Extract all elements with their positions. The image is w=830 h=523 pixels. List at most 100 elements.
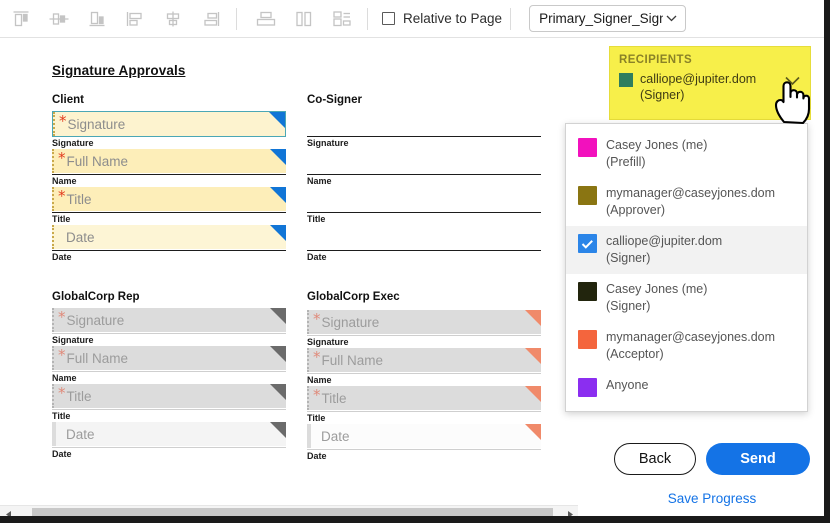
field-label: Date xyxy=(52,448,286,460)
required-asterisk: * xyxy=(313,388,321,403)
distribute-horizontal-icon[interactable] xyxy=(287,6,321,32)
align-right-icon[interactable] xyxy=(194,6,228,32)
align-top-icon[interactable] xyxy=(4,6,38,32)
field-full-name[interactable]: * Full Name xyxy=(307,348,541,372)
field-signature[interactable]: * Signature xyxy=(52,308,286,332)
field-full-name[interactable]: * Full Name xyxy=(52,149,286,173)
required-asterisk: * xyxy=(58,386,66,401)
field-title[interactable]: * Title xyxy=(307,386,541,410)
field-signature-blank[interactable] xyxy=(307,111,541,135)
recipient-option[interactable]: Casey Jones (me)(Signer) xyxy=(566,274,807,322)
field-row: * Title Title xyxy=(307,386,541,424)
field-row: * Title Title xyxy=(52,187,286,225)
field-date-blank[interactable] xyxy=(307,225,541,249)
field-left-marker xyxy=(307,310,311,334)
field-left-marker xyxy=(307,348,311,372)
field-left-marker xyxy=(52,187,56,211)
recipient-option[interactable]: mymanager@caseyjones.dom(Acceptor) xyxy=(566,322,807,370)
recipient-color-swatch xyxy=(619,73,633,87)
horizontal-scroll-thumb[interactable] xyxy=(32,508,553,522)
signature-block-client: * Signature Signature * Full Name Name xyxy=(52,111,286,263)
page-title: Signature Approvals xyxy=(52,63,185,78)
align-center-vertical-icon[interactable] xyxy=(156,6,190,32)
selected-recipient-card[interactable]: RECIPIENTS calliope@jupiter.dom (Signer) xyxy=(609,46,811,120)
recipient-option-text: Casey Jones (me)(Signer) xyxy=(606,281,707,315)
recipients-dropdown-list[interactable]: Casey Jones (me)(Prefill)mymanager@casey… xyxy=(565,123,808,412)
scroll-right-arrow-icon[interactable] xyxy=(561,506,578,523)
field-corner-marker xyxy=(270,149,286,165)
field-signature[interactable]: * Signature xyxy=(52,111,286,137)
field-row: Title xyxy=(307,187,541,225)
field-date[interactable]: Date xyxy=(307,424,541,448)
distribute-vertical-icon[interactable] xyxy=(249,6,283,32)
align-middle-horizontal-icon[interactable] xyxy=(42,6,76,32)
recipient-option-text: mymanager@caseyjones.dom(Acceptor) xyxy=(606,329,775,363)
field-name-blank[interactable] xyxy=(307,149,541,173)
field-full-name[interactable]: * Full Name xyxy=(52,346,286,370)
send-button[interactable]: Send xyxy=(706,443,810,475)
field-placeholder: Signature xyxy=(68,117,126,132)
horizontal-scroll-track[interactable] xyxy=(17,506,561,523)
field-placeholder: Full Name xyxy=(67,351,129,366)
field-left-marker xyxy=(52,149,56,173)
block-heading-client: Client xyxy=(52,94,84,106)
required-asterisk: * xyxy=(59,114,67,129)
signature-block-globalcorp-exec: * Signature Signature * Full Name xyxy=(307,310,541,462)
required-asterisk: * xyxy=(58,310,66,325)
recipient-option[interactable]: calliope@jupiter.dom(Signer) xyxy=(566,226,807,274)
toolbar-divider-2 xyxy=(367,8,368,30)
recipient-color-swatch xyxy=(578,138,597,157)
align-bottom-icon[interactable] xyxy=(80,6,114,32)
panel-actions: Back Send Save Progress xyxy=(600,443,824,508)
match-size-icon[interactable] xyxy=(325,6,359,32)
document-scroll-area[interactable]: Signature Approvals Client * Signature S… xyxy=(0,38,578,523)
recipient-option-role: (Approver) xyxy=(606,203,665,217)
alignment-toolbar: Relative to Page Primary_Signer_Signat xyxy=(0,0,824,38)
field-name-select[interactable]: Primary_Signer_Signat xyxy=(529,5,686,32)
selected-recipient-row: calliope@jupiter.dom (Signer) xyxy=(619,71,802,103)
recipient-option[interactable]: Casey Jones (me)(Prefill) xyxy=(566,130,807,178)
field-row: * Full Name Name xyxy=(52,346,286,384)
recipient-color-swatch xyxy=(578,282,597,301)
field-date[interactable]: Date xyxy=(52,422,286,446)
horizontal-scrollbar[interactable] xyxy=(0,505,578,523)
field-row: Date xyxy=(307,225,541,263)
save-progress-link[interactable]: Save Progress xyxy=(668,491,757,506)
recipient-option-email: mymanager@caseyjones.dom xyxy=(606,186,775,200)
field-left-marker xyxy=(52,308,56,332)
field-signature[interactable]: * Signature xyxy=(307,310,541,334)
recipient-option-email: Casey Jones (me) xyxy=(606,138,707,152)
back-button[interactable]: Back xyxy=(614,443,696,475)
required-asterisk: * xyxy=(58,151,66,166)
checkbox-checked-icon xyxy=(578,234,597,253)
field-left-marker xyxy=(307,424,311,448)
scroll-left-arrow-icon[interactable] xyxy=(0,506,17,523)
field-date[interactable]: Date xyxy=(52,225,286,249)
recipient-option[interactable]: mymanager@caseyjones.dom (Approver) xyxy=(566,178,807,226)
field-label: Signature xyxy=(307,137,541,149)
document-page: Signature Approvals Client * Signature S… xyxy=(0,38,578,493)
field-label: Signature xyxy=(52,334,286,346)
field-label: Date xyxy=(307,251,541,263)
field-title-blank[interactable] xyxy=(307,187,541,211)
relative-to-page-checkbox[interactable]: Relative to Page xyxy=(382,11,502,26)
field-placeholder: Full Name xyxy=(322,353,384,368)
field-row: * Full Name Name xyxy=(52,149,286,187)
field-corner-marker xyxy=(269,112,285,128)
field-placeholder: Date xyxy=(66,427,95,442)
field-label: Date xyxy=(307,450,541,462)
field-row: * Signature Signature xyxy=(52,308,286,346)
field-placeholder: Full Name xyxy=(67,154,129,169)
recipient-option-text: calliope@jupiter.dom(Signer) xyxy=(606,233,722,267)
field-title[interactable]: * Title xyxy=(52,187,286,211)
recipient-option[interactable]: Anyone xyxy=(566,370,807,404)
application-window: Relative to Page Primary_Signer_Signat S… xyxy=(0,0,830,523)
field-left-marker xyxy=(307,386,311,410)
field-placeholder: Title xyxy=(67,389,92,404)
recipient-color-swatch xyxy=(578,330,597,349)
field-corner-marker xyxy=(270,422,286,438)
align-left-icon[interactable] xyxy=(118,6,152,32)
field-corner-marker xyxy=(270,346,286,362)
chevron-down-icon[interactable] xyxy=(784,73,801,91)
field-title[interactable]: * Title xyxy=(52,384,286,408)
